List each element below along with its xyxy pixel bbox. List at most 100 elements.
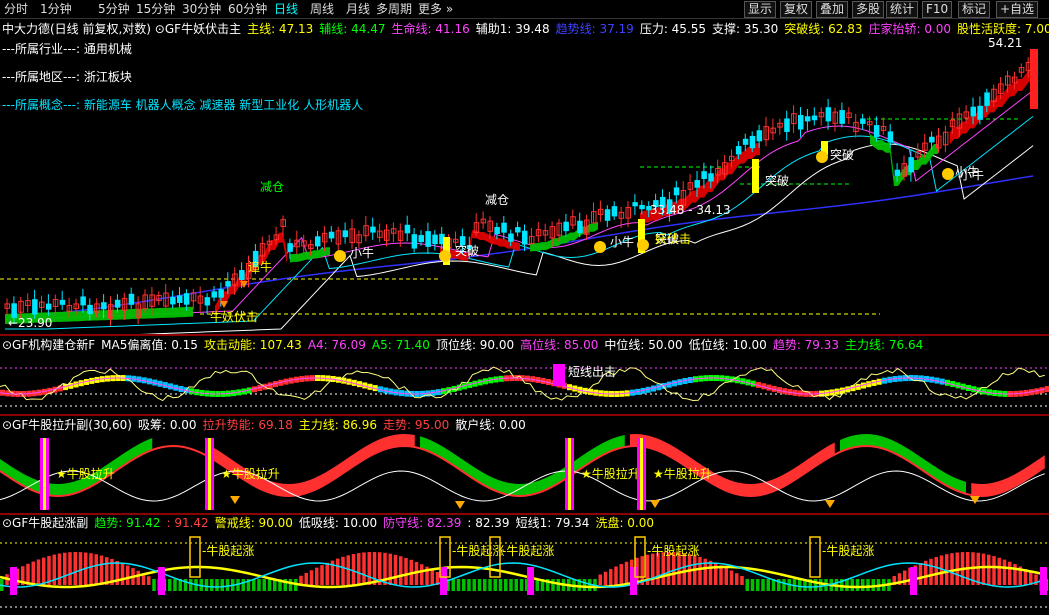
- lift-label-1: ★牛股拉升: [221, 466, 280, 481]
- candle-body: [239, 270, 245, 280]
- wash-bar-2: [440, 567, 447, 595]
- toolbar-button-5[interactable]: F10: [922, 1, 953, 18]
- toolbar-button-3[interactable]: 多股: [852, 1, 885, 18]
- indicator-value-3: 走势: 95.00: [383, 418, 450, 432]
- volume-bar: [929, 558, 933, 585]
- signal-bar: [553, 364, 565, 386]
- volume-bar: [304, 572, 308, 585]
- volume-bar: [315, 567, 319, 585]
- volume-bar: [168, 579, 172, 591]
- volume-bar: [336, 558, 340, 585]
- volume-bar: [509, 579, 513, 591]
- volume-bar: [215, 579, 219, 591]
- indicator-value-3: 低吸线: 10.00: [298, 516, 378, 530]
- candle-body: [970, 106, 976, 117]
- volume-bar: [535, 579, 539, 591]
- volume-bar: [451, 579, 455, 591]
- indicator-value-2: 警戒线: 90.00: [214, 516, 293, 530]
- volume-bar: [498, 579, 503, 591]
- volume-bar: [603, 571, 608, 585]
- volume-bar: [735, 573, 739, 585]
- volume-bar: [614, 566, 618, 585]
- volume-bar: [362, 552, 366, 585]
- area-red-1: [210, 434, 415, 496]
- lift-label-3: ★牛股拉升: [653, 466, 712, 481]
- indicator-value-6: 中位线: 50.00: [604, 338, 683, 352]
- candle-body: [508, 233, 514, 242]
- timeframe-3[interactable]: 15分钟: [136, 2, 175, 16]
- volume-bar: [918, 562, 923, 585]
- volume-bar: [120, 563, 125, 585]
- toolbar-button-7[interactable]: +自选: [996, 1, 1039, 18]
- candle-body: [742, 138, 749, 145]
- volume-bar: [619, 564, 623, 585]
- volume-bar: [724, 567, 728, 585]
- short-attack-label: 短线出击: [568, 365, 616, 379]
- indicator-value-0: 吸筹: 0.00: [137, 418, 197, 432]
- high-price-label: 54.21: [988, 36, 1022, 50]
- area-red-2: [630, 434, 835, 496]
- volume-bar: [204, 579, 209, 591]
- timeframe-7[interactable]: 周线: [310, 2, 334, 16]
- last-candle: [1030, 49, 1038, 109]
- lift-bar-inner-1: [208, 438, 211, 510]
- indicator-value-4: 趋势线: 37.19: [555, 22, 634, 36]
- toolbar-button-1[interactable]: 复权: [780, 1, 813, 18]
- timeframe-8[interactable]: 月线: [346, 2, 370, 16]
- volume-bar: [745, 579, 749, 591]
- volume-bar: [467, 579, 471, 591]
- industry-label: ---所属行业---: 通用机械: [2, 42, 132, 56]
- volume-bar: [598, 574, 602, 585]
- volume-bar: [997, 557, 1001, 585]
- candle-body: [784, 118, 790, 132]
- candle-body: [45, 303, 52, 310]
- candle-body: [315, 236, 321, 247]
- toolbar-button-6[interactable]: 标记: [958, 1, 991, 18]
- candle-body: [522, 230, 528, 245]
- lift-bar-inner-2: [568, 438, 571, 510]
- main-chart[interactable]: 减仓追牛牛妖伏击小牛 突破减仓小牛 突破妖伏击小牛突破 小牛突破←23.9054.21…: [0, 19, 1049, 334]
- indicator-value-3: A5: 71.40: [371, 338, 430, 352]
- money-bag-icon: [334, 250, 346, 262]
- timeframe-4[interactable]: 30分钟: [182, 2, 221, 16]
- volume-bar: [624, 561, 629, 585]
- volume-bar: [798, 579, 802, 591]
- toolbar-button-0[interactable]: 显示: [744, 1, 777, 18]
- volume-bar: [252, 579, 256, 591]
- indicator-value-6: 短线1: 79.34: [515, 516, 590, 530]
- volume-bar: [320, 565, 324, 585]
- volume-bar: [147, 576, 151, 585]
- candle-body: [984, 92, 990, 106]
- annotation-8: 妖伏击: [655, 232, 691, 246]
- volume-bar: [934, 556, 938, 585]
- timeframe-1[interactable]: 1分钟: [40, 2, 72, 16]
- annotation-12: 突破: [830, 147, 854, 162]
- timeframe-5[interactable]: 60分钟: [228, 2, 267, 16]
- volume-bar: [220, 579, 224, 591]
- indicator-value-4: 散户线: 0.00: [455, 418, 526, 432]
- timeframe-2[interactable]: 5分钟: [98, 2, 130, 16]
- timeframe-6[interactable]: 日线: [274, 2, 298, 16]
- toolbar-button-4[interactable]: 统计: [886, 1, 919, 18]
- candle-body: [811, 115, 818, 121]
- annotation-6: 小牛: [610, 234, 634, 249]
- volume-bar: [866, 579, 870, 591]
- candle-body: [839, 110, 845, 124]
- volume-bar: [341, 556, 345, 585]
- volume-bar: [740, 575, 744, 585]
- volume-bar: [393, 554, 398, 585]
- candle-body: [804, 116, 811, 122]
- candle-body: [708, 173, 714, 182]
- timeframe-10[interactable]: 更多 »: [418, 2, 453, 16]
- timeframe-0[interactable]: 分时: [4, 2, 28, 16]
- candle-body: [87, 304, 93, 315]
- volume-bar: [357, 553, 361, 585]
- toolbar-button-2[interactable]: 叠加: [816, 1, 849, 18]
- money-bag-icon: [594, 241, 606, 253]
- volume-bar: [519, 579, 524, 591]
- timeframe-9[interactable]: 多周期: [376, 2, 412, 16]
- candle-body: [328, 231, 335, 239]
- candle-body: [749, 135, 756, 149]
- indicator-value-8: 庄家抬轿: 0.00: [868, 22, 952, 36]
- indicator-value-5: 高位线: 85.00: [520, 338, 599, 352]
